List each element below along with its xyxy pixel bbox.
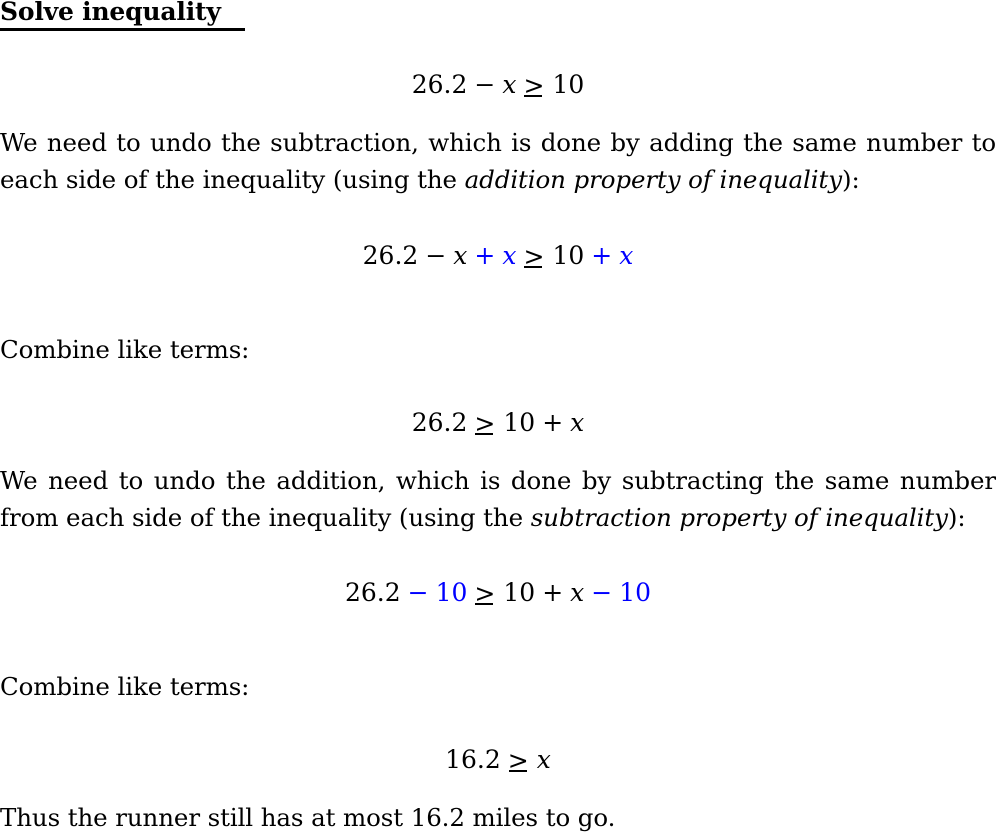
- eq3-rhs-variable: x: [570, 408, 585, 437]
- greater-than-or-equal-icon: >: [523, 242, 545, 271]
- greater-than-or-equal-icon: >: [507, 746, 529, 775]
- combine-like-terms-label-1: Combine like terms:: [0, 335, 250, 364]
- title-underline-rule: [0, 28, 245, 31]
- conclusion-sentence: Thus the runner still has at most 16.2 m…: [0, 803, 616, 832]
- eq4-plus-operator: +: [542, 578, 564, 607]
- eq2-highlight-add-variable: x: [502, 241, 517, 270]
- eq4-lhs-number: 26.2: [344, 578, 401, 607]
- explanation-paragraph-1: We need to undo the subtraction, which i…: [0, 124, 996, 198]
- p1-emphasis-addition-property: addition property of inequality: [464, 165, 843, 194]
- p1-text-tail: ):: [842, 165, 860, 194]
- combine-like-terms-label-2: Combine like terms:: [0, 672, 250, 701]
- eq1-minus-operator: −: [474, 70, 496, 99]
- eq4-rhs-highlight-sub-operator: −: [591, 578, 613, 607]
- eq3-lhs-number: 26.2: [411, 408, 468, 437]
- eq4-highlight-sub-value: 10: [435, 578, 468, 607]
- equation-2: 26.2− x + x >10 + x: [0, 239, 996, 273]
- eq4-rhs-highlight-sub-value: 10: [619, 578, 652, 607]
- eq4-highlight-sub-operator: −: [407, 578, 429, 607]
- greater-than-or-equal-icon: >: [474, 579, 496, 608]
- p2-text-tail: ):: [947, 503, 966, 532]
- eq4-rhs-number: 10: [503, 578, 536, 607]
- page-title: Solve inequality: [0, 0, 221, 26]
- equation-3: 26.2 >10 + x: [0, 406, 996, 440]
- eq5-lhs-number: 16.2: [445, 745, 501, 774]
- eq4-rhs-variable: x: [570, 578, 585, 607]
- eq2-rhs-highlight-add-operator: +: [591, 241, 613, 270]
- eq1-lhs-variable: x: [502, 70, 517, 99]
- eq2-minus-operator: −: [425, 241, 447, 270]
- equation-4: 26.2−10 >10 + x −10: [0, 576, 996, 610]
- equation-1: 26.2− x >10: [0, 68, 996, 102]
- p2-emphasis-subtraction-property: subtraction property of inequality: [530, 503, 948, 532]
- explanation-paragraph-2: We need to undo the addition, which is d…: [0, 462, 996, 536]
- document-page: Solve inequality 26.2− x >10 We need to un…: [0, 0, 996, 832]
- eq2-rhs-number: 10: [552, 241, 585, 270]
- eq3-rhs-number: 10: [503, 408, 536, 437]
- eq2-highlight-add-operator: +: [474, 241, 496, 270]
- equation-5-final-answer: 16.2 > x: [0, 743, 996, 777]
- eq1-lhs-number: 26.2: [411, 70, 468, 99]
- eq1-rhs-number: 10: [552, 70, 585, 99]
- greater-than-or-equal-icon: >: [523, 71, 545, 100]
- eq2-rhs-highlight-add-variable: x: [619, 241, 634, 270]
- eq2-lhs-variable: x: [453, 241, 468, 270]
- eq2-lhs-number: 26.2: [362, 241, 419, 270]
- eq5-rhs-variable: x: [536, 745, 551, 774]
- eq3-plus-operator: +: [542, 408, 564, 437]
- greater-than-or-equal-icon: >: [474, 409, 496, 438]
